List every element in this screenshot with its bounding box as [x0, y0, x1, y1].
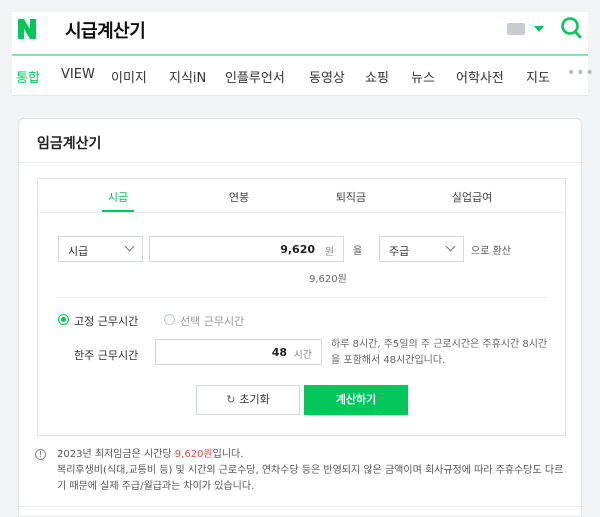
- radio-label: 고정 근무시간: [74, 315, 139, 328]
- target-unit-select[interactable]: 주급: [379, 236, 464, 262]
- divider: [19, 162, 581, 163]
- chevron-down-icon: [445, 241, 456, 252]
- search-header: 시급계산기: [12, 12, 588, 56]
- radio-unchecked-icon: [164, 314, 175, 325]
- keyboard-icon[interactable]: [507, 23, 525, 35]
- card-title: 임금계산기: [37, 136, 102, 152]
- sub-result: 9,620원: [309, 274, 347, 285]
- tab-map[interactable]: 지도: [526, 67, 550, 86]
- tab-shopping[interactable]: 쇼핑: [365, 67, 389, 86]
- tab-kin[interactable]: 지식iN: [169, 67, 206, 86]
- tab-dictionary[interactable]: 어학사전: [456, 67, 504, 86]
- tab-severance[interactable]: 퇴직금: [291, 189, 411, 205]
- particle-text: 을: [353, 246, 363, 257]
- notice-prefix: 2023년 최저임금은 시간당: [57, 449, 175, 460]
- calculator-panel: 시급 연봉 퇴직금 실업급여 시급 9,620 원 을 주급 으로 환산 9,6…: [37, 178, 566, 436]
- notice-line-2: 복리후생비(식대,교통비 등) 및 시간외 근로수당, 연차수당 등은 반영되지…: [57, 465, 564, 492]
- tab-news[interactable]: 뉴스: [411, 67, 435, 86]
- min-wage-highlight: 9,620원: [174, 449, 213, 460]
- notice-suffix: 입니다.: [212, 449, 244, 460]
- tab-all[interactable]: 통합: [16, 67, 40, 86]
- page: 시급계산기 통합 VIEW 이미지 지식iN 인플루언서 동영상 쇼핑 뉴스 어…: [0, 0, 600, 517]
- tab-image[interactable]: 이미지: [111, 67, 147, 86]
- target-unit-value: 주급: [389, 245, 410, 258]
- reset-label: 초기화: [239, 393, 270, 406]
- weekly-hours-input[interactable]: 48 시간: [155, 339, 322, 365]
- search-tabs: 통합 VIEW 이미지 지식iN 인플루언서 동영상 쇼핑 뉴스 어학사전 지도…: [12, 56, 594, 96]
- refresh-icon: ↻: [226, 393, 236, 406]
- reset-button[interactable]: ↻ 초기화: [196, 385, 300, 415]
- calculate-button[interactable]: 계산하기: [304, 385, 408, 415]
- notice-line-1: 2023년 최저임금은 시간당 9,620원입니다.: [57, 447, 243, 463]
- naver-logo[interactable]: [16, 16, 38, 42]
- chevron-down-icon: [124, 241, 135, 252]
- caret-down-icon[interactable]: [534, 26, 544, 32]
- tab-influencer[interactable]: 인플루언서: [225, 67, 285, 86]
- input-unit-value: 시급: [68, 245, 89, 258]
- tab-video[interactable]: 동영상: [309, 67, 345, 86]
- search-icon[interactable]: [560, 16, 582, 40]
- amount-unit: 원: [324, 247, 334, 258]
- amount-input[interactable]: 9,620 원: [149, 236, 344, 262]
- weekly-hours-label: 한주 근무시간: [74, 349, 139, 362]
- active-tab-indicator: [102, 210, 134, 212]
- radio-checked-icon: [58, 314, 69, 325]
- tab-unemployment[interactable]: 실업급여: [412, 189, 532, 205]
- convert-text: 으로 환산: [471, 246, 511, 257]
- info-icon: !: [35, 449, 46, 460]
- search-query[interactable]: 시급계산기: [65, 17, 146, 43]
- input-unit-select[interactable]: 시급: [58, 236, 143, 262]
- more-tabs-icon[interactable]: •••: [567, 65, 595, 81]
- calculator-tabs: 시급 연봉 퇴직금 실업급여: [38, 179, 565, 213]
- radio-label: 선택 근무시간: [180, 315, 245, 328]
- tab-view[interactable]: VIEW: [61, 67, 95, 82]
- tab-annual-salary[interactable]: 연봉: [179, 189, 299, 205]
- divider: [19, 506, 581, 507]
- hours-description: 하루 8시간, 주5일의 주 근로시간은 주휴시간 8시간을 포함해서 48시간…: [331, 339, 548, 366]
- tab-hourly[interactable]: 시급: [58, 189, 178, 205]
- divider: [56, 297, 548, 298]
- hours-unit: 시간: [293, 350, 312, 361]
- amount-value: 9,620: [280, 243, 315, 256]
- hours-value: 48: [271, 346, 287, 359]
- wage-calculator-card: 임금계산기 시급 연봉 퇴직금 실업급여 시급 9,620 원 을 주급 으로 …: [18, 118, 582, 517]
